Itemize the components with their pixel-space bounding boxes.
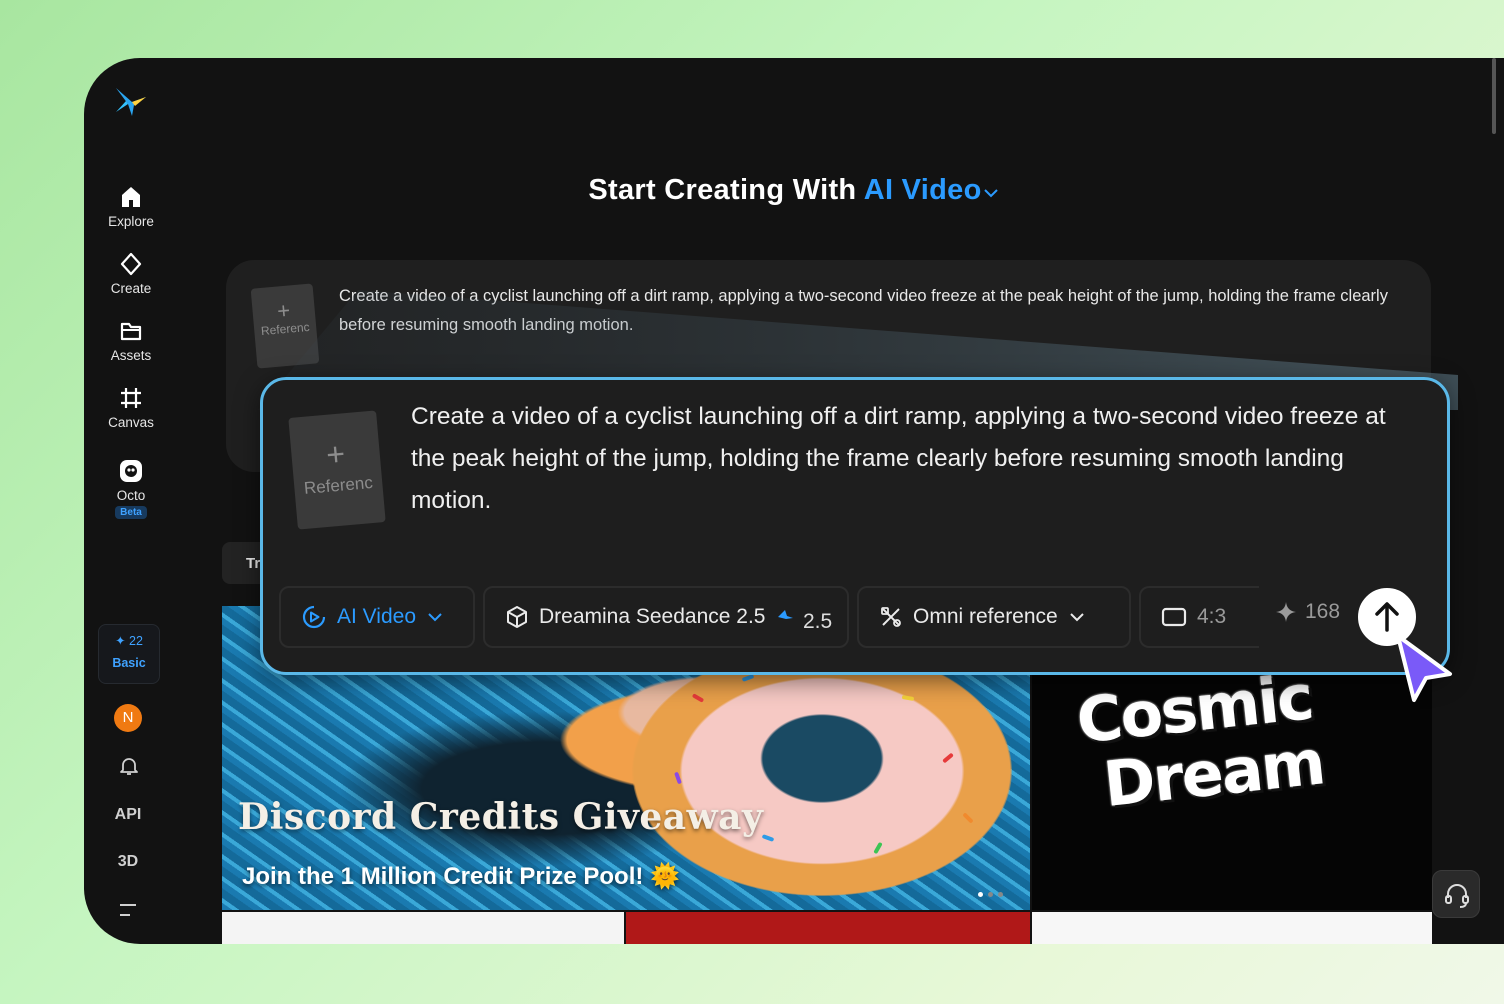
headset-icon [1445,884,1469,908]
credits-widget[interactable]: ✦ 22 Basic [98,624,160,684]
reference-mode-label: Omni reference [913,605,1058,628]
model-label: Dreamina Seedance 2.5 [539,605,766,628]
sidebar-item-create[interactable]: Create [84,251,178,296]
mode-selector-label: AI Video [863,174,982,206]
sidebar-item-label: Canvas [108,415,154,430]
prompt-text[interactable]: Create a video of a cyclist launching of… [339,282,1419,340]
api-link[interactable]: API [84,806,172,824]
aspect-ratio-dropdown[interactable]: 4:3 [1139,586,1259,648]
cost-value: 168 [1305,600,1341,623]
sparkle-icon: ✦ [115,634,126,648]
menu-icon[interactable] [119,902,137,918]
sidebar-item-assets[interactable]: Assets [84,318,178,363]
reference-mode-dropdown[interactable]: Omni reference [857,586,1131,648]
plan-tier: Basic [112,656,146,670]
aspect-ratio-icon [1161,607,1187,627]
video-play-icon [302,605,326,629]
prompt-input[interactable]: Create a video of a cyclist launching of… [411,396,1421,522]
sidebar-item-label: Explore [108,214,154,229]
chevron-down-icon [983,189,998,198]
beta-badge: Beta [115,506,147,519]
prompt-zoom-panel: + Referenc Create a video of a cyclist l… [260,377,1450,675]
card-thumbnail[interactable] [222,912,624,944]
credits-amount: 22 [129,634,143,648]
page-title: Start Creating With AI Video [84,174,1504,207]
sidebar-item-octo[interactable]: Octo Beta [84,458,178,519]
title-prefix: Start Creating With [588,174,857,206]
chevron-down-icon [428,613,442,622]
reference-upload[interactable]: + Referenc [288,410,386,530]
card-thumbnail[interactable] [1032,912,1432,944]
cube-icon [507,606,527,628]
sidebar-item-label: Create [110,281,152,296]
avatar[interactable]: N [114,704,142,732]
dreamina-badge-icon [778,610,794,619]
cost-indicator: 168 [1275,600,1340,624]
banner-title: Discord Credits Giveaway [238,796,764,838]
mode-dropdown[interactable]: AI Video [279,586,475,648]
reference-upload[interactable]: + Referenc [250,283,320,369]
dreamina-logo-icon[interactable] [112,82,148,118]
sparkle-icon [1276,602,1296,622]
reference-label: Referenc [260,319,311,339]
folder-icon [120,322,142,341]
crop-icon [121,388,141,408]
sidebar-item-label: Octo [116,488,146,503]
model-version: 2.5 [803,610,833,633]
plus-icon: + [324,435,347,473]
carousel-dots[interactable] [978,884,1008,902]
support-button[interactable] [1432,870,1480,918]
sidebar-item-label: Assets [110,348,152,363]
bell-icon[interactable] [118,755,140,777]
chevron-down-icon [1070,613,1084,622]
scrollbar[interactable] [1492,58,1496,134]
mode-selector[interactable]: AI Video [864,174,1000,206]
octo-icon [120,460,142,482]
donut-image [632,646,1012,896]
model-dropdown[interactable]: Dreamina Seedance 2.5 2.5 [483,586,849,648]
3d-link[interactable]: 3D [84,853,172,871]
mode-label: AI Video [337,605,417,628]
reference-label: Referenc [303,472,374,498]
omni-reference-icon [881,607,901,627]
banner-subtitle: Join the 1 Million Credit Prize Pool! 🌞 [242,863,680,890]
sidebar-item-canvas[interactable]: Canvas [84,385,178,430]
card-thumbnail[interactable] [626,912,1030,944]
diamond-icon [120,252,142,276]
banner-cosmic-text: Cosmic Dream [1073,660,1327,821]
mouse-cursor-icon [1396,634,1452,702]
aspect-ratio-label: 4:3 [1197,605,1227,628]
